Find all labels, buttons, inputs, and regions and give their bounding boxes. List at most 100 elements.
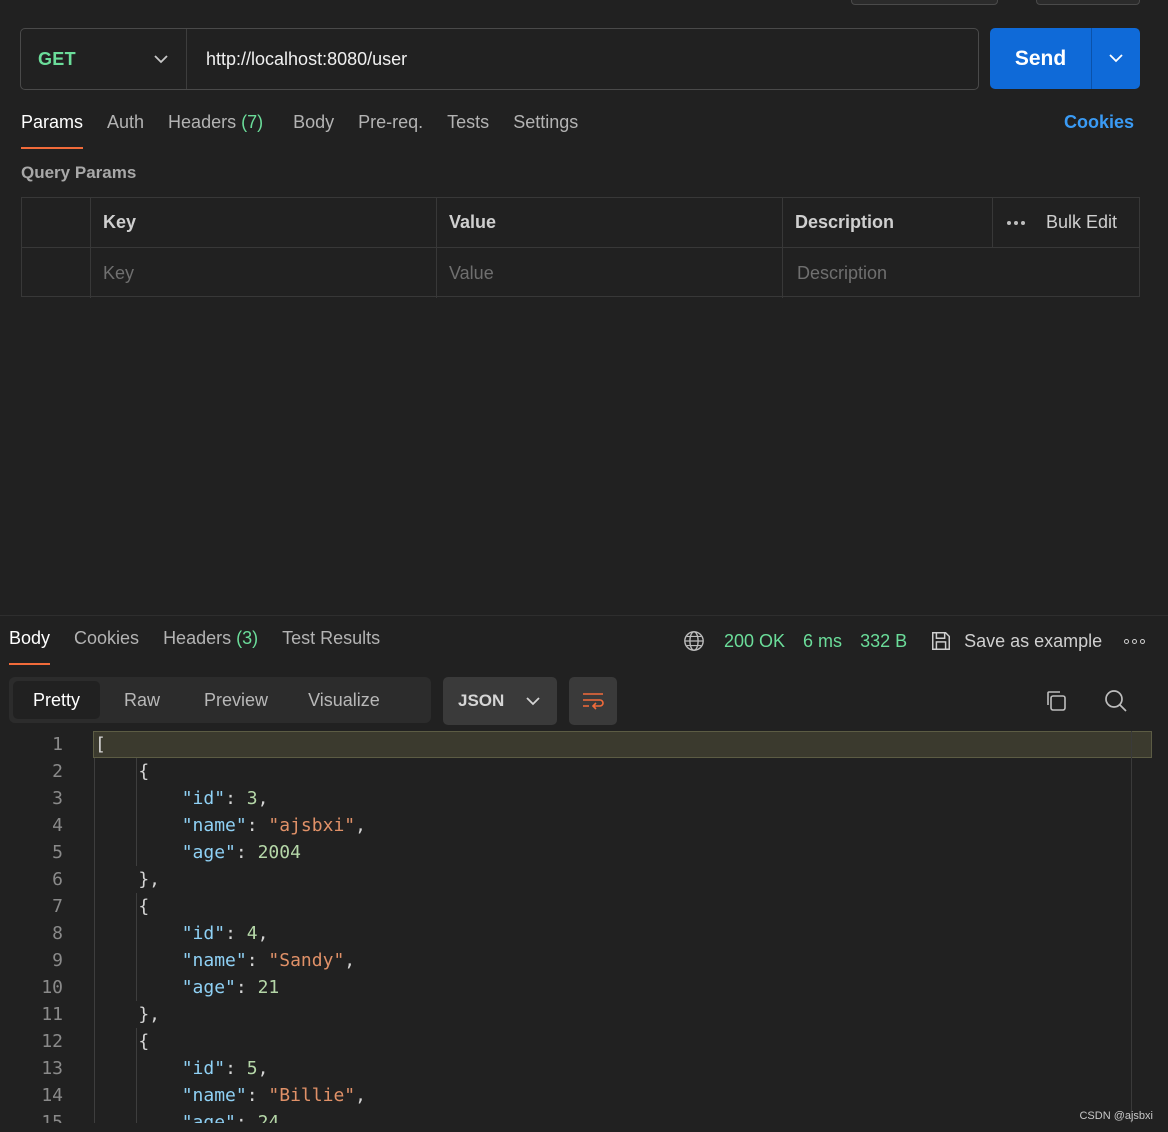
method-label: GET (38, 48, 76, 69)
response-headers-count: (3) (236, 628, 259, 648)
value-input[interactable]: Value (437, 248, 783, 298)
code-text: { (95, 1031, 150, 1052)
format-select[interactable]: JSON (443, 677, 557, 725)
chevron-down-icon (526, 696, 540, 705)
editor-ruler (1131, 731, 1132, 1123)
headers-count: (7) (241, 112, 264, 132)
table-row: Key Value Description (22, 248, 1139, 298)
tab-settings[interactable]: Settings (513, 112, 578, 138)
tab-params[interactable]: Params (21, 112, 84, 149)
line-number: 1 (52, 734, 63, 755)
code-line: 4 "name": "ajsbxi", (0, 812, 1168, 839)
top-toolbar-control[interactable] (1036, 0, 1140, 5)
watermark: CSDN @ajsbxi (1079, 1110, 1153, 1122)
tab-tests[interactable]: Tests (447, 112, 489, 138)
send-button[interactable]: Send (990, 28, 1092, 89)
view-mode-preview[interactable]: Preview (184, 681, 288, 719)
response-divider[interactable] (0, 615, 1168, 616)
code-text: "age": 2004 (181, 842, 301, 863)
table-actions-cell: Bulk Edit (993, 198, 1139, 247)
view-mode-raw[interactable]: Raw (100, 681, 184, 719)
response-time[interactable]: 6 ms (803, 631, 842, 652)
code-lines: 1[2 {3 "id": 3, 4 "name": "ajsbxi", 5 "age… (0, 731, 1168, 1123)
tab-label: Headers (168, 112, 237, 132)
chevron-down-icon (154, 54, 168, 63)
line-number: 7 (52, 896, 63, 917)
tab-auth[interactable]: Auth (107, 112, 144, 138)
code-text: { (95, 761, 150, 782)
request-tabs: Params Auth Headers (7) Body Pre-req. Te… (21, 112, 1134, 152)
value-column-header: Value (437, 198, 783, 247)
code-line: 11 }, (0, 1001, 1168, 1028)
description-input[interactable]: Description (783, 248, 1139, 298)
tab-response-headers[interactable]: Headers (3) (163, 628, 258, 654)
code-text: }, (95, 1004, 161, 1025)
tab-label: Body (293, 112, 335, 132)
status-code[interactable]: 200 OK (724, 631, 785, 652)
save-icon (932, 632, 951, 650)
request-bar: GET http://localhost:8080/user (20, 28, 979, 90)
tab-label: Tests (447, 112, 490, 132)
tab-label: Body (9, 628, 51, 648)
search-icon[interactable] (1103, 688, 1129, 714)
tab-pre-request[interactable]: Pre-req. (358, 112, 423, 138)
code-line: 6 }, (0, 866, 1168, 893)
format-label: JSON (458, 691, 505, 710)
code-text: "id": 3, (181, 788, 269, 809)
code-text: "age": 21 (181, 977, 280, 998)
more-options-icon[interactable] (1124, 638, 1146, 644)
response-size[interactable]: 332 B (860, 631, 907, 652)
top-toolbar-control[interactable] (851, 0, 998, 5)
send-options-button[interactable] (1092, 28, 1140, 89)
line-number: 4 (52, 815, 63, 836)
code-line: 8 "id": 4, (0, 920, 1168, 947)
code-line: 9 "name": "Sandy", (0, 947, 1168, 974)
more-options-icon[interactable] (1007, 220, 1025, 225)
response-meta: 200 OK 6 ms 332 B Save as example (683, 628, 1146, 654)
wrap-lines-button[interactable] (569, 677, 617, 725)
line-number: 12 (41, 1031, 63, 1052)
line-number: 9 (52, 950, 63, 971)
code-line: 3 "id": 3, (0, 785, 1168, 812)
copy-icon[interactable] (1043, 688, 1069, 714)
url-input[interactable]: http://localhost:8080/user (187, 29, 978, 89)
line-number: 6 (52, 869, 63, 890)
tab-response-body[interactable]: Body (9, 628, 51, 665)
tab-label: Params (21, 112, 84, 132)
globe-icon[interactable] (683, 630, 705, 652)
code-text: "id": 4, (181, 923, 269, 944)
response-body-editor[interactable]: 1[2 {3 "id": 3, 4 "name": "ajsbxi", 5 "age… (0, 731, 1168, 1123)
response-tabs: Body Cookies Headers (3) Test Results (9, 628, 404, 668)
code-text: "name": "ajsbxi", (181, 815, 366, 836)
save-as-example-button[interactable]: Save as example (913, 630, 1102, 652)
key-column-header: Key (91, 198, 437, 247)
tab-label: Settings (513, 112, 579, 132)
tab-body[interactable]: Body (293, 112, 334, 138)
key-input[interactable]: Key (91, 248, 437, 298)
tab-headers[interactable]: Headers (7) (168, 112, 263, 138)
line-number: 13 (41, 1058, 63, 1079)
wrap-lines-icon (583, 693, 604, 710)
method-select[interactable]: GET (21, 29, 187, 89)
code-line: 5 "age": 2004 (0, 839, 1168, 866)
view-mode-visualize[interactable]: Visualize (288, 681, 400, 719)
cookies-link[interactable]: Cookies (1064, 112, 1134, 133)
code-line: 15 "age": 24 (0, 1109, 1168, 1123)
view-mode-pretty[interactable]: Pretty (13, 681, 101, 719)
tab-response-cookies[interactable]: Cookies (74, 628, 139, 654)
code-text: { (95, 896, 150, 917)
view-mode-selector: Pretty Raw Preview Visualize (9, 677, 431, 723)
tab-label: Cookies (74, 628, 140, 648)
bulk-edit-button[interactable]: Bulk Edit (1046, 212, 1117, 233)
code-line: 12 { (0, 1028, 1168, 1055)
row-handle-cell (22, 248, 91, 298)
code-line: 2 { (0, 758, 1168, 785)
line-number: 14 (41, 1085, 63, 1106)
code-text: }, (95, 869, 161, 890)
tab-test-results[interactable]: Test Results (282, 628, 380, 654)
line-number: 8 (52, 923, 63, 944)
line-number: 3 (52, 788, 63, 809)
code-text: "id": 5, (181, 1058, 269, 1079)
line-number: 15 (41, 1112, 63, 1123)
query-params-table: Key Value Description Bulk Edit Key Valu… (21, 197, 1140, 298)
